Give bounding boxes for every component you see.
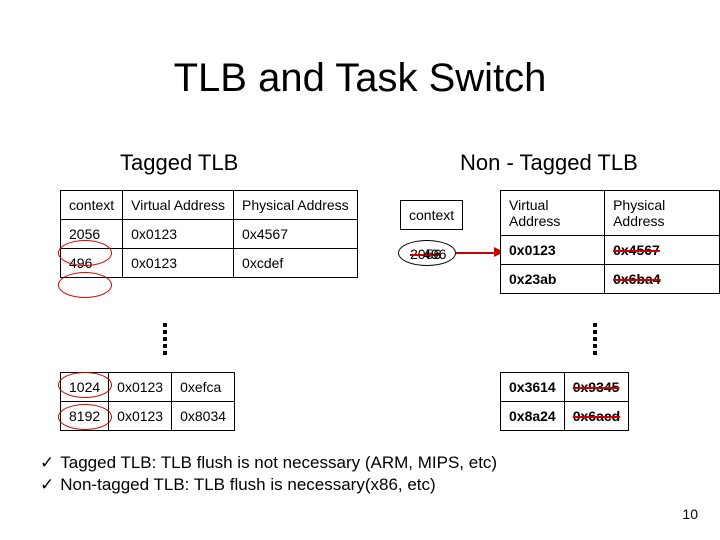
col-paddr: Physical Address <box>605 191 720 236</box>
col-context: context <box>61 191 123 220</box>
col-paddr: Physical Address <box>234 191 358 220</box>
bullet-item: ✓Tagged TLB: TLB flush is not necessary … <box>40 452 497 474</box>
cell-ctx: 1024 <box>61 373 109 402</box>
context-register-label: context <box>400 200 463 230</box>
cell-pa: 0x9345 <box>564 373 628 402</box>
vdots-icon <box>590 320 600 358</box>
page-number: 10 <box>682 506 698 522</box>
table-row: 0x0123 0x4567 <box>501 236 720 265</box>
cell-ctx: 8192 <box>61 402 109 431</box>
tagged-tlb-table-bot: 1024 0x0123 0xefca 8192 0x0123 0x8034 <box>60 372 235 431</box>
cell-va: 0x0123 <box>123 220 234 249</box>
checkmark-icon: ✓ <box>40 453 54 472</box>
checkmark-icon: ✓ <box>40 475 54 494</box>
col-vaddr: Virtual Address <box>501 191 605 236</box>
nontagged-tlb-table-top: Virtual Address Physical Address 0x0123 … <box>500 190 720 294</box>
tagged-tlb-table-top: context Virtual Address Physical Address… <box>60 190 358 278</box>
cell-va: 0x23ab <box>501 265 605 294</box>
bullet-item: ✓Non-tagged TLB: TLB flush is necessary(… <box>40 474 497 496</box>
vdots-icon <box>160 320 170 358</box>
table-row: 0x3614 0x9345 <box>501 373 629 402</box>
table-row: 2056 0x0123 0x4567 <box>61 220 358 249</box>
subtitle-nontagged: Non - Tagged TLB <box>460 150 638 176</box>
cell-va: 0x8a24 <box>501 402 565 431</box>
cell-va: 0x0123 <box>123 249 234 278</box>
context-new-value: 496 <box>423 246 446 262</box>
arrow-line <box>456 252 496 254</box>
cell-ctx: 496 <box>61 249 123 278</box>
subtitle-tagged: Tagged TLB <box>120 150 238 176</box>
slide-title: TLB and Task Switch <box>0 56 720 101</box>
cell-va: 0x3614 <box>501 373 565 402</box>
cell-pa: 0x6acd <box>564 402 628 431</box>
table-row: 496 0x0123 0xcdef <box>61 249 358 278</box>
table-row: 8192 0x0123 0x8034 <box>61 402 235 431</box>
table-row: 0x8a24 0x6acd <box>501 402 629 431</box>
col-vaddr: Virtual Address <box>123 191 234 220</box>
cell-va: 0x0123 <box>109 373 172 402</box>
cell-pa: 0x6ba4 <box>605 265 720 294</box>
table-row: 1024 0x0123 0xefca <box>61 373 235 402</box>
cell-ctx: 2056 <box>61 220 123 249</box>
slide: TLB and Task Switch Tagged TLB Non - Tag… <box>0 0 720 540</box>
cell-pa: 0x4567 <box>605 236 720 265</box>
cell-va: 0x0123 <box>109 402 172 431</box>
bullet-list: ✓Tagged TLB: TLB flush is not necessary … <box>40 452 497 496</box>
cell-pa: 0xcdef <box>234 249 358 278</box>
cell-pa: 0xefca <box>172 373 235 402</box>
context-register-value: 2056 496 <box>406 244 450 264</box>
cell-pa: 0x4567 <box>234 220 358 249</box>
cell-pa: 0x8034 <box>172 402 235 431</box>
table-row: 0x23ab 0x6ba4 <box>501 265 720 294</box>
nontagged-tlb-table-bot: 0x3614 0x9345 0x8a24 0x6acd <box>500 372 629 431</box>
cell-va: 0x0123 <box>501 236 605 265</box>
